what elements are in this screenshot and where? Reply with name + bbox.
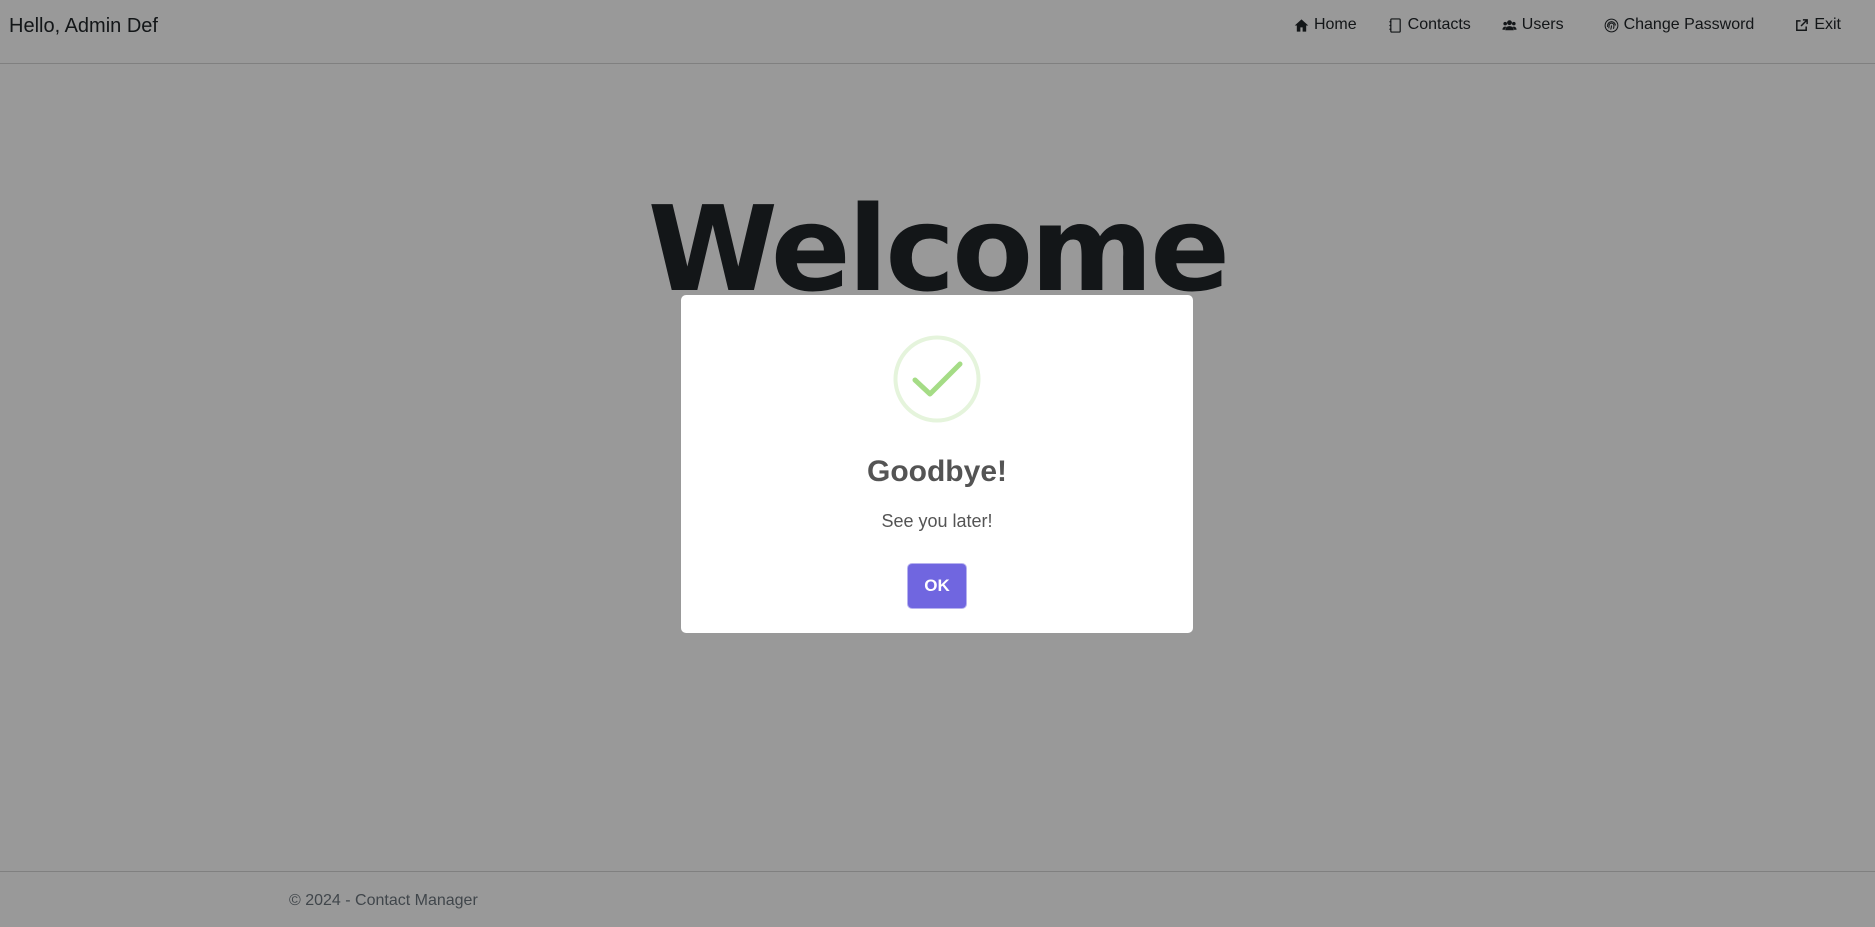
ok-button[interactable]: OK: [908, 564, 966, 608]
dialog-title: Goodbye!: [867, 455, 1007, 488]
dialog-message: See you later!: [881, 511, 993, 531]
success-check-icon: [893, 335, 981, 423]
goodbye-dialog: Goodbye! See you later! OK: [681, 295, 1193, 633]
